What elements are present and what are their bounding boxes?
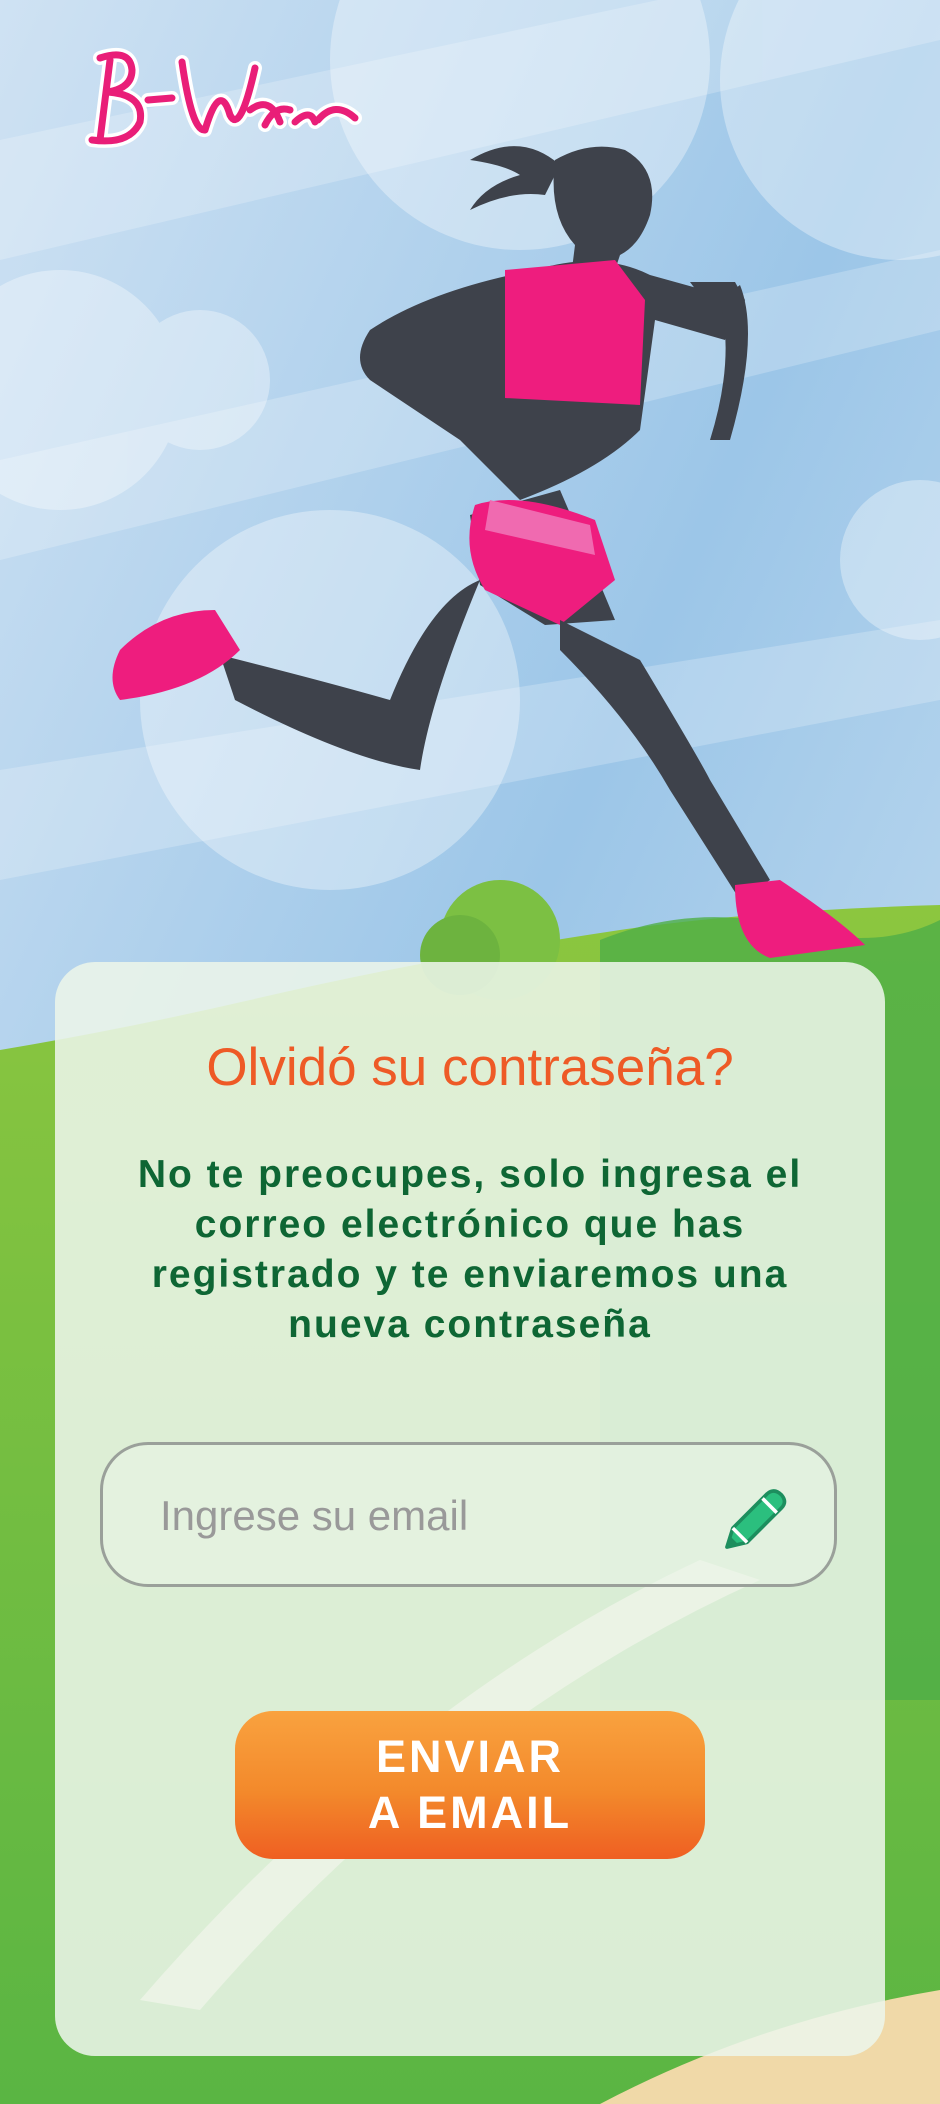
email-input[interactable]: [158, 1483, 702, 1549]
brand-logo: [85, 48, 362, 148]
pencil-icon[interactable]: [715, 1483, 791, 1559]
send-email-button[interactable]: ENVIAR A EMAIL: [235, 1711, 705, 1859]
email-field[interactable]: [100, 1442, 837, 1587]
instructions-text: No te preocupes, solo ingresa el correo …: [137, 1153, 803, 1346]
page-title: Olvidó su contraseña?: [206, 1038, 734, 1097]
forgot-password-card: Olvidó su contraseña? No te preocupes, s…: [55, 962, 885, 2056]
